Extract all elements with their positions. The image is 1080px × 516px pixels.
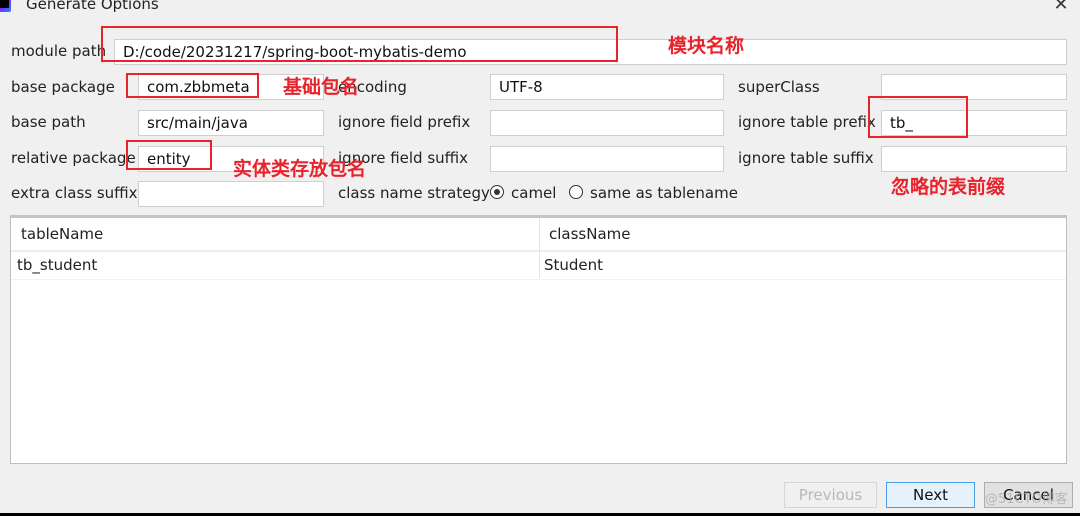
ignore-table-suffix-input[interactable] xyxy=(881,146,1067,172)
base-package-input[interactable] xyxy=(138,74,324,100)
same-as-tablename-radio-label[interactable]: same as tablename xyxy=(590,184,738,202)
superclass-input[interactable] xyxy=(881,74,1067,100)
annotation-ignored-table-prefix: 忽略的表前缀 xyxy=(891,176,1006,198)
base-path-input[interactable] xyxy=(138,110,324,136)
table-row[interactable]: tb_student Student xyxy=(11,252,1066,280)
class-name-strategy-label: class name strategy xyxy=(338,184,490,202)
extra-class-suffix-label: extra class suffix xyxy=(11,184,138,202)
intellij-app-icon xyxy=(0,0,11,12)
encoding-label: encoding xyxy=(338,78,407,96)
module-path-input[interactable] xyxy=(114,39,1067,65)
ignore-table-prefix-label: ignore table prefix xyxy=(738,113,876,131)
module-path-label: module path xyxy=(11,42,107,60)
base-path-label: base path xyxy=(11,113,86,131)
camel-radio[interactable] xyxy=(490,185,504,199)
relative-package-input[interactable] xyxy=(138,146,324,172)
ignore-field-suffix-label: ignore field suffix xyxy=(338,149,469,167)
same-as-tablename-radio[interactable] xyxy=(569,185,583,199)
window-title: Generate Options xyxy=(26,0,159,13)
camel-radio-label[interactable]: camel xyxy=(511,184,556,202)
ignore-field-prefix-input[interactable] xyxy=(490,110,724,136)
table-mapping-grid[interactable]: tableName className tb_student Student xyxy=(10,215,1067,464)
superclass-label: superClass xyxy=(738,78,820,96)
ignore-table-prefix-input[interactable] xyxy=(881,110,1067,136)
cell-classname[interactable]: Student xyxy=(544,252,603,279)
column-header-tablename[interactable]: tableName xyxy=(21,218,103,250)
close-icon[interactable]: ✕ xyxy=(1050,0,1072,16)
cancel-button[interactable]: Cancel xyxy=(984,482,1073,508)
cell-tablename[interactable]: tb_student xyxy=(17,252,97,279)
relative-package-label: relative package xyxy=(11,149,136,167)
extra-class-suffix-input[interactable] xyxy=(138,181,324,207)
base-package-label: base package xyxy=(11,78,115,96)
encoding-input[interactable] xyxy=(490,74,724,100)
ignore-table-suffix-label: ignore table suffix xyxy=(738,149,874,167)
next-button[interactable]: Next xyxy=(886,482,975,508)
ignore-field-suffix-input[interactable] xyxy=(490,146,724,172)
column-header-classname[interactable]: className xyxy=(549,218,631,250)
previous-button[interactable]: Previous xyxy=(784,482,877,508)
title-bar: Generate Options ✕ xyxy=(0,0,1080,18)
ignore-field-prefix-label: ignore field prefix xyxy=(338,113,471,131)
